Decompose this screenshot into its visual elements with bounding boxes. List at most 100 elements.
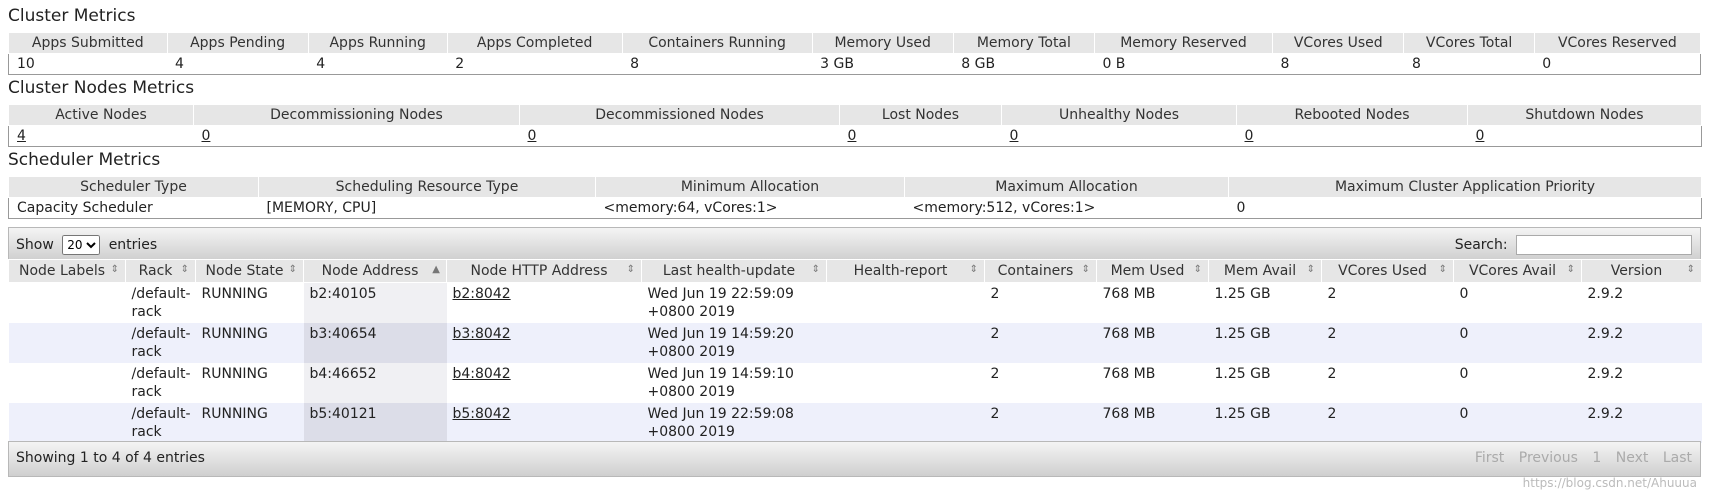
cell-last-health-update: Wed Jun 19 22:59:08 +0800 2019	[641, 403, 827, 443]
sort-both-icon: ⇕	[626, 264, 635, 275]
col-version[interactable]: Version ⇕	[1581, 259, 1702, 283]
sort-both-icon: ⇕	[1081, 264, 1090, 275]
header-active-nodes: Active Nodes	[8, 104, 194, 126]
col-node-state-text: Node State	[205, 263, 284, 279]
header-vcores-total: VCores Total	[1403, 32, 1535, 54]
col-mem-avail[interactable]: Mem Avail ⇕	[1208, 259, 1322, 283]
col-rack[interactable]: Rack ⇕	[125, 259, 196, 283]
node-http-link[interactable]: b2:8042	[453, 286, 511, 302]
previous-page-button[interactable]: Previous	[1519, 450, 1578, 466]
cell-rack: /default-rack	[125, 282, 196, 323]
entries-info: Showing 1 to 4 of 4 entries	[16, 450, 205, 466]
col-health-report-text: Health-report	[853, 263, 948, 279]
cell-node-address: b5:40121	[303, 403, 447, 443]
cell-mem-used: 768 MB	[1096, 403, 1209, 443]
header-decommissioned-nodes: Decommissioned Nodes	[519, 104, 840, 126]
cell-health-report	[826, 282, 985, 323]
cell-mem-avail: 1.25 GB	[1208, 363, 1322, 403]
col-node-http-address[interactable]: Node HTTP Address ⇕	[446, 259, 642, 283]
last-page-button[interactable]: Last	[1663, 450, 1692, 466]
cell-rack: /default-rack	[125, 363, 196, 403]
cell-node-labels	[8, 403, 126, 443]
header-vcores-used: VCores Used	[1272, 32, 1405, 54]
header-vcores-reserved: VCores Reserved	[1533, 32, 1702, 54]
cluster-metrics-table: Apps Submitted Apps Pending Apps Running…	[8, 32, 1702, 75]
page-1-button[interactable]: 1	[1592, 450, 1601, 466]
search-input[interactable]	[1516, 235, 1692, 255]
table-row: /default-rack RUNNING b3:40654 b3:8042 W…	[8, 323, 1702, 363]
value-memory-used: 3 GB	[812, 53, 954, 75]
rebooted-nodes-link[interactable]: 0	[1245, 128, 1254, 144]
header-apps-completed: Apps Completed	[446, 32, 623, 54]
value-minimum-allocation: <memory:64, vCores:1>	[595, 197, 905, 219]
header-memory-used: Memory Used	[811, 32, 954, 54]
unhealthy-nodes-link[interactable]: 0	[1010, 128, 1019, 144]
cell-rack: /default-rack	[125, 403, 196, 443]
cell-node-state: RUNNING	[195, 323, 304, 363]
cell-version: 2.9.2	[1581, 282, 1702, 323]
value-apps-submitted: 10	[8, 53, 168, 75]
header-apps-submitted: Apps Submitted	[8, 32, 168, 54]
col-containers[interactable]: Containers ⇕	[984, 259, 1097, 283]
table-row: /default-rack RUNNING b5:40121 b5:8042 W…	[8, 403, 1702, 443]
next-page-button[interactable]: Next	[1616, 450, 1649, 466]
col-health-report[interactable]: Health-report ⇕	[826, 259, 985, 283]
col-last-health-update[interactable]: Last health-update ⇕	[641, 259, 827, 283]
decommissioning-nodes-link[interactable]: 0	[202, 128, 211, 144]
node-http-link[interactable]: b3:8042	[453, 326, 511, 342]
lost-nodes-link[interactable]: 0	[848, 128, 857, 144]
shutdown-nodes-link[interactable]: 0	[1476, 128, 1485, 144]
cell-containers: 2	[984, 323, 1097, 363]
table-footer: Showing 1 to 4 of 4 entries First Previo…	[8, 441, 1701, 477]
cell-node-labels	[8, 363, 126, 403]
cell-rack: /default-rack	[125, 323, 196, 363]
scheduler-metrics-title: Scheduler Metrics	[8, 150, 161, 170]
cell-node-address: b3:40654	[303, 323, 447, 363]
col-node-labels[interactable]: Node Labels ⇕	[8, 259, 126, 283]
header-decommissioning-nodes: Decommissioning Nodes	[193, 104, 520, 126]
cell-vcores-avail: 0	[1453, 403, 1582, 443]
first-page-button[interactable]: First	[1475, 450, 1504, 466]
col-vcores-used[interactable]: VCores Used ⇕	[1321, 259, 1454, 283]
cell-node-address: b2:40105	[303, 282, 447, 323]
cell-vcores-used: 2	[1321, 363, 1454, 403]
table-toolbar: Show 20 entries Search:	[8, 227, 1701, 261]
cell-node-state: RUNNING	[195, 403, 304, 443]
col-mem-used[interactable]: Mem Used ⇕	[1096, 259, 1209, 283]
col-node-address[interactable]: Node Address ▲	[303, 259, 447, 283]
sort-asc-icon: ▲	[432, 264, 440, 275]
active-nodes-link[interactable]: 4	[17, 128, 26, 144]
show-label: Show	[16, 237, 54, 253]
sort-both-icon: ⇕	[969, 264, 978, 275]
search-control: Search:	[1455, 235, 1692, 255]
cell-node-labels	[8, 282, 126, 323]
col-node-state[interactable]: Node State ⇕	[195, 259, 304, 283]
cell-mem-avail: 1.25 GB	[1208, 282, 1322, 323]
col-version-text: Version	[1610, 263, 1663, 279]
header-memory-total: Memory Total	[952, 32, 1095, 54]
cell-last-health-update: Wed Jun 19 14:59:20 +0800 2019	[641, 323, 827, 363]
header-apps-running: Apps Running	[307, 32, 448, 54]
decommissioned-nodes-link[interactable]: 0	[528, 128, 537, 144]
col-mem-avail-text: Mem Avail	[1223, 263, 1297, 279]
entries-label: entries	[108, 237, 158, 253]
header-unhealthy-nodes: Unhealthy Nodes	[1001, 104, 1237, 126]
value-maximum-allocation: <memory:512, vCores:1>	[904, 197, 1229, 219]
cell-containers: 2	[984, 363, 1097, 403]
col-vcores-avail[interactable]: VCores Avail ⇕	[1453, 259, 1582, 283]
page-size-select[interactable]: 20	[62, 235, 101, 255]
cell-mem-used: 768 MB	[1096, 323, 1209, 363]
value-memory-total: 8 GB	[953, 53, 1095, 75]
node-http-link[interactable]: b4:8042	[453, 366, 511, 382]
value-vcores-used: 8	[1272, 53, 1404, 75]
cell-version: 2.9.2	[1581, 363, 1702, 403]
header-scheduler-type: Scheduler Type	[8, 176, 259, 198]
sort-both-icon: ⇕	[1438, 264, 1447, 275]
cell-containers: 2	[984, 282, 1097, 323]
value-apps-running: 4	[308, 53, 448, 75]
page: Cluster Metrics Apps Submitted Apps Pend…	[0, 0, 1711, 500]
value-max-app-priority: 0	[1228, 197, 1702, 219]
node-http-link[interactable]: b5:8042	[453, 406, 511, 422]
col-node-http-address-text: Node HTTP Address	[470, 263, 608, 279]
sort-both-icon: ⇕	[110, 264, 119, 275]
